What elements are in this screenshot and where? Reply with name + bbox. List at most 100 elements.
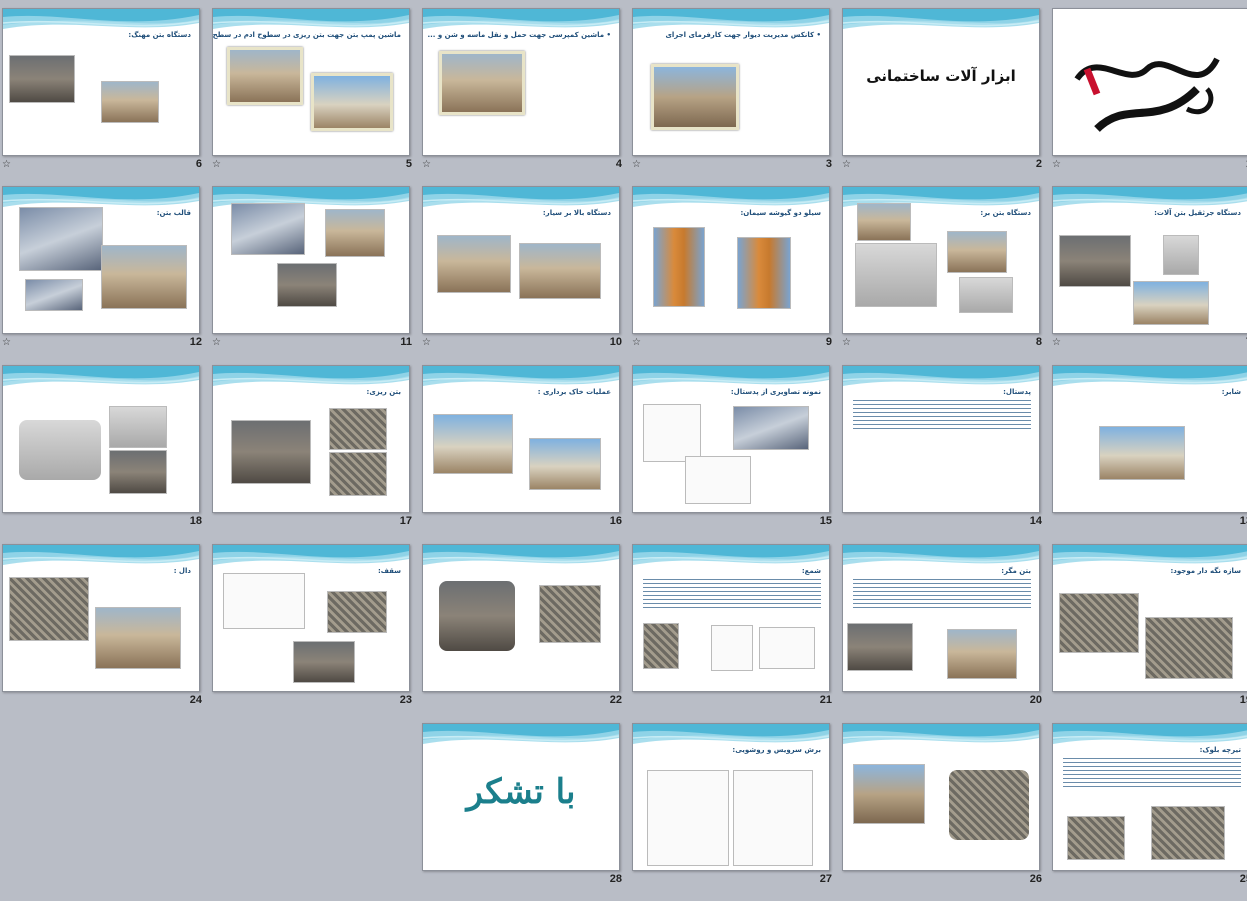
slide-number: 11 xyxy=(400,336,412,348)
slide-thumbnail-4[interactable]: • ماشین کمپرسی جهت حمل و نقل ماسه و شن و… xyxy=(422,8,632,186)
slide-thumbnail-15[interactable]: نمونه تصاویری از پدستال: 15 xyxy=(632,365,842,543)
slide-canvas[interactable]: قالب بتن: xyxy=(2,186,200,334)
animation-star-icon[interactable]: ☆ xyxy=(842,337,851,348)
slide-body-text xyxy=(1063,758,1241,788)
animation-star-icon[interactable]: ☆ xyxy=(842,159,851,170)
slide-header-wave xyxy=(3,545,199,565)
animation-star-icon[interactable]: ☆ xyxy=(1052,159,1061,170)
slide-canvas[interactable]: سقف: xyxy=(212,544,410,692)
slide-thumbnail-18[interactable]: 18 xyxy=(2,365,212,543)
animation-star-icon[interactable]: ☆ xyxy=(212,337,221,348)
slide-thumbnail-2[interactable]: ابزار آلات ساختمانی 2 ☆ xyxy=(842,8,1052,186)
slide-canvas[interactable] xyxy=(212,186,410,334)
slide-canvas[interactable]: با تشکر xyxy=(422,723,620,871)
animation-star-icon[interactable]: ☆ xyxy=(212,159,221,170)
slide-photo xyxy=(733,770,813,866)
slide-canvas[interactable]: شابر: xyxy=(1052,365,1247,513)
slide-canvas[interactable]: سازه نگه دار موجود: xyxy=(1052,544,1247,692)
slide-photo xyxy=(433,414,513,474)
slide-canvas[interactable]: پدستال: xyxy=(842,365,1040,513)
slide-thumbnail-6[interactable]: دستگاه بتن مهنگ: 6 ☆ xyxy=(2,8,212,186)
slide-number: 14 xyxy=(1029,515,1042,527)
slide-thumbnail-11[interactable]: 11 ☆ xyxy=(212,186,422,364)
slide-title: شابر: xyxy=(1221,388,1241,396)
slide-thumbnail-16[interactable]: عملیات خاک برداری : 16 xyxy=(422,365,632,543)
slide-canvas[interactable]: دستگاه بتن مهنگ: xyxy=(2,8,200,156)
slide-thumbnail-9[interactable]: سیلو دو گیوشه سیمان: 9 ☆ xyxy=(632,186,842,364)
slide-thumbnail-28[interactable]: با تشکر 28 xyxy=(422,723,632,901)
slide-photo xyxy=(9,55,75,103)
slide-canvas[interactable]: • کانکس مدیریت دیوار جهت کارفرمای اجرای xyxy=(632,8,830,156)
slide-thumbnail-17[interactable]: بتن ریزی: 17 xyxy=(212,365,422,543)
slide-photo xyxy=(737,237,791,309)
slide-title: ماشین پمپ بتن جهت بتن ریزی در سطوح ادم د… xyxy=(212,31,401,39)
slide-title: سازه نگه دار موجود: xyxy=(1170,567,1242,575)
animation-star-icon[interactable]: ☆ xyxy=(632,159,641,170)
animation-star-icon[interactable]: ☆ xyxy=(422,337,431,348)
slide-canvas[interactable]: سیلو دو گیوشه سیمان: xyxy=(632,186,830,334)
slide-thumbnail-8[interactable]: دستگاه بتن بر: 8 ☆ xyxy=(842,186,1052,364)
slide-canvas[interactable]: ابزار آلات ساختمانی xyxy=(842,8,1040,156)
slide-thumbnail-14[interactable]: پدستال: 14 xyxy=(842,365,1052,543)
animation-star-icon[interactable]: ☆ xyxy=(632,337,641,348)
slide-thumbnail-19[interactable]: سازه نگه دار موجود: 19 xyxy=(1052,544,1247,722)
slide-header-wave xyxy=(1053,366,1247,386)
slide-thumbnail-26[interactable]: 26 xyxy=(842,723,1052,901)
slide-photo xyxy=(95,607,181,669)
slide-thumbnail-25[interactable]: تیرچه بلوک: 25 xyxy=(1052,723,1247,901)
slide-header-wave xyxy=(633,545,829,565)
slide-canvas[interactable]: دال : xyxy=(2,544,200,692)
slide-canvas[interactable]: • ماشین کمپرسی جهت حمل و نقل ماسه و شن و… xyxy=(422,8,620,156)
slide-title: دستگاه جرثقیل بتن آلات: xyxy=(1154,209,1241,217)
slide-number: 24 xyxy=(189,694,202,706)
slide-thumbnail-10[interactable]: دستگاه بالا بر سیار: 10 ☆ xyxy=(422,186,632,364)
slide-thumbnail-5[interactable]: ماشین پمپ بتن جهت بتن ریزی در سطوح ادم د… xyxy=(212,8,422,186)
animation-star-icon[interactable]: ☆ xyxy=(2,159,11,170)
slide-canvas[interactable]: نمونه تصاویری از پدستال: xyxy=(632,365,830,513)
slide-photo xyxy=(101,245,187,309)
slide-thumbnail-21[interactable]: شمع: 21 xyxy=(632,544,842,722)
slide-canvas[interactable] xyxy=(842,723,1040,871)
slide-canvas[interactable]: بتن مگر: xyxy=(842,544,1040,692)
slide-thumbnail-23[interactable]: سقف: 23 xyxy=(212,544,422,722)
slide-thumbnail-27[interactable]: برش سرویس و روشویی: 27 xyxy=(632,723,842,901)
slide-number: 23 xyxy=(399,694,412,706)
slide-canvas[interactable]: ماشین پمپ بتن جهت بتن ریزی در سطوح ادم د… xyxy=(212,8,410,156)
slide-canvas[interactable]: تیرچه بلوک: xyxy=(1052,723,1247,871)
slide-photo xyxy=(1133,281,1209,325)
slide-thumbnail-7[interactable]: دستگاه جرثقیل بتن آلات:7☆ xyxy=(1052,186,1247,364)
animation-star-icon[interactable]: ☆ xyxy=(1052,337,1061,348)
animation-star-icon[interactable]: ☆ xyxy=(2,337,11,348)
slide-photo xyxy=(293,641,355,683)
slide-canvas[interactable]: دستگاه جرثقیل بتن آلات: xyxy=(1052,186,1247,334)
slide-canvas[interactable] xyxy=(1052,8,1247,156)
slide-canvas[interactable]: برش سرویس و روشویی: xyxy=(632,723,830,871)
slide-canvas[interactable]: بتن ریزی: xyxy=(212,365,410,513)
thanks-title: با تشکر xyxy=(466,772,576,812)
slide-header-wave xyxy=(843,9,1039,29)
slide-header-wave xyxy=(423,545,619,565)
slide-canvas[interactable]: شمع: xyxy=(632,544,830,692)
animation-star-icon[interactable]: ☆ xyxy=(422,159,431,170)
slide-thumbnail-12[interactable]: قالب بتن: 12 ☆ xyxy=(2,186,212,364)
slide-number: 6 xyxy=(195,158,202,170)
slide-canvas[interactable]: دستگاه بتن بر: xyxy=(842,186,1040,334)
slide-thumbnail-22[interactable]: 22 xyxy=(422,544,632,722)
slide-number: 5 xyxy=(405,158,412,170)
slide-canvas[interactable] xyxy=(422,544,620,692)
slide-title: • ماشین کمپرسی جهت حمل و نقل ماسه و شن و… xyxy=(427,31,611,39)
slide-photo xyxy=(1067,816,1125,860)
slide-photo xyxy=(711,625,753,671)
slide-thumbnail-13[interactable]: شابر: 13 xyxy=(1052,365,1247,543)
slide-canvas[interactable]: عملیات خاک برداری : xyxy=(422,365,620,513)
slide-photo xyxy=(439,581,515,651)
slide-canvas[interactable]: دستگاه بالا بر سیار: xyxy=(422,186,620,334)
slide-title: دستگاه بالا بر سیار: xyxy=(542,209,611,217)
slide-title: نمونه تصاویری از پدستال: xyxy=(730,388,821,396)
slide-canvas[interactable] xyxy=(2,365,200,513)
slide-thumbnail-20[interactable]: بتن مگر: 20 xyxy=(842,544,1052,722)
slide-thumbnail-3[interactable]: • کانکس مدیریت دیوار جهت کارفرمای اجرای 3… xyxy=(632,8,842,186)
slide-thumbnail-1[interactable]: 1☆ xyxy=(1052,8,1247,186)
slide-photo xyxy=(947,231,1007,273)
slide-thumbnail-24[interactable]: دال : 24 xyxy=(2,544,212,722)
